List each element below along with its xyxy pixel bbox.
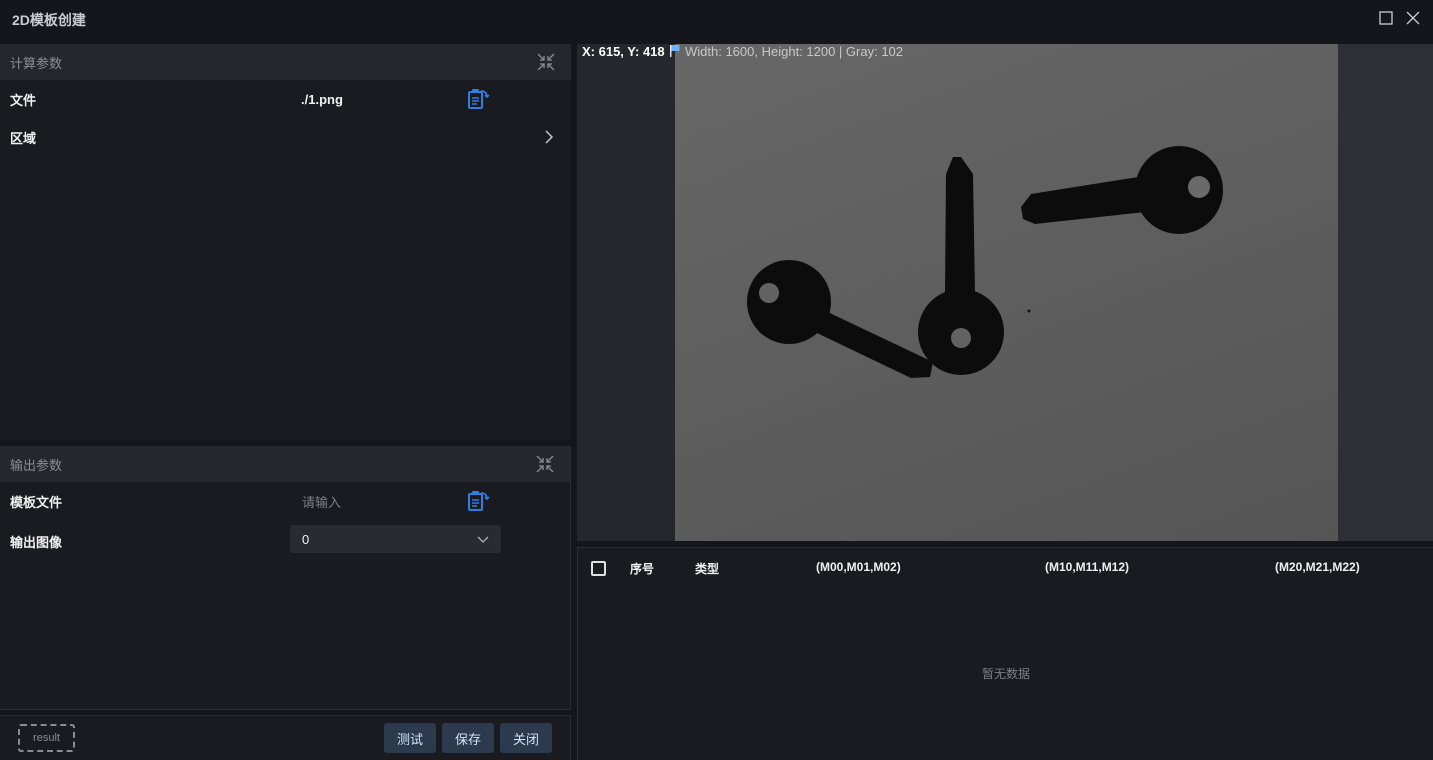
close-window-button[interactable]	[1405, 10, 1421, 26]
output-image-value: 0	[302, 531, 310, 547]
flag-icon	[670, 45, 680, 57]
results-table: 序号 类型 (M00,M01,M02) (M10,M11,M12) (M20,M…	[577, 547, 1433, 760]
output-image-select[interactable]: 0	[290, 525, 501, 553]
save-button[interactable]: 保存	[442, 723, 494, 753]
column-header-index[interactable]: 序号	[630, 560, 654, 577]
region-row[interactable]: 区域	[0, 118, 571, 156]
maximize-icon	[1379, 11, 1393, 25]
test-button[interactable]: 测试	[384, 723, 436, 753]
window-title: 2D模板创建	[12, 12, 86, 28]
table-header: 序号 类型 (M00,M01,M02) (M10,M11,M12) (M20,M…	[578, 548, 1433, 588]
chevron-down-icon	[477, 536, 489, 543]
calc-params-header: 计算参数	[0, 44, 571, 80]
keys-image	[675, 44, 1338, 541]
output-image-label: 输出图像	[10, 534, 63, 550]
file-path-value[interactable]: ./1.png	[301, 92, 343, 107]
empty-state-text: 暂无数据	[981, 667, 1030, 681]
file-row: 文件 ./1.png	[0, 80, 571, 118]
result-label: result	[33, 732, 60, 744]
column-header-m1[interactable]: (M10,M11,M12)	[1045, 560, 1129, 574]
result-indicator: result	[18, 724, 75, 752]
footer-bar: result 测试 保存 关闭	[0, 715, 571, 760]
file-browse-icon[interactable]	[466, 489, 490, 513]
file-browse-icon[interactable]	[466, 87, 490, 111]
image-info: Width: 1600, Height: 1200 | Gray: 102	[685, 44, 904, 59]
chevron-right-icon[interactable]	[542, 130, 556, 144]
calc-params-title: 计算参数	[10, 55, 63, 71]
maximize-button[interactable]	[1378, 10, 1394, 26]
image-viewer[interactable]: X: 615, Y: 418 Width: 1600, Height: 1200…	[577, 44, 1433, 541]
column-header-m2[interactable]: (M20,M21,M22)	[1275, 560, 1360, 574]
output-params-section: 输出参数 模板文件 请输入 输出图像 0	[0, 446, 571, 710]
cursor-coordinates: X: 615, Y: 418	[582, 44, 665, 59]
close-icon	[1406, 11, 1420, 25]
output-params-title: 输出参数	[10, 457, 63, 473]
file-label: 文件	[10, 92, 37, 108]
title-bar: 2D模板创建	[0, 0, 1433, 38]
viewer-side-strip	[1338, 44, 1433, 541]
calc-params-section: 计算参数 文件 ./1.png 区域	[0, 44, 571, 440]
template-file-label: 模板文件	[10, 494, 63, 510]
collapse-icon[interactable]	[536, 455, 554, 473]
output-params-header: 输出参数	[0, 446, 570, 482]
column-header-m0[interactable]: (M00,M01,M02)	[816, 560, 901, 574]
close-button[interactable]: 关闭	[500, 723, 552, 753]
select-all-checkbox[interactable]	[591, 561, 606, 576]
template-file-row: 模板文件 请输入	[0, 482, 570, 520]
keys-image-drawing	[747, 146, 1223, 378]
template-file-input[interactable]: 请输入	[302, 492, 341, 511]
column-header-type[interactable]: 类型	[695, 560, 719, 577]
region-label: 区域	[10, 130, 37, 146]
output-image-row: 输出图像 0	[0, 520, 570, 562]
collapse-icon[interactable]	[537, 53, 555, 71]
